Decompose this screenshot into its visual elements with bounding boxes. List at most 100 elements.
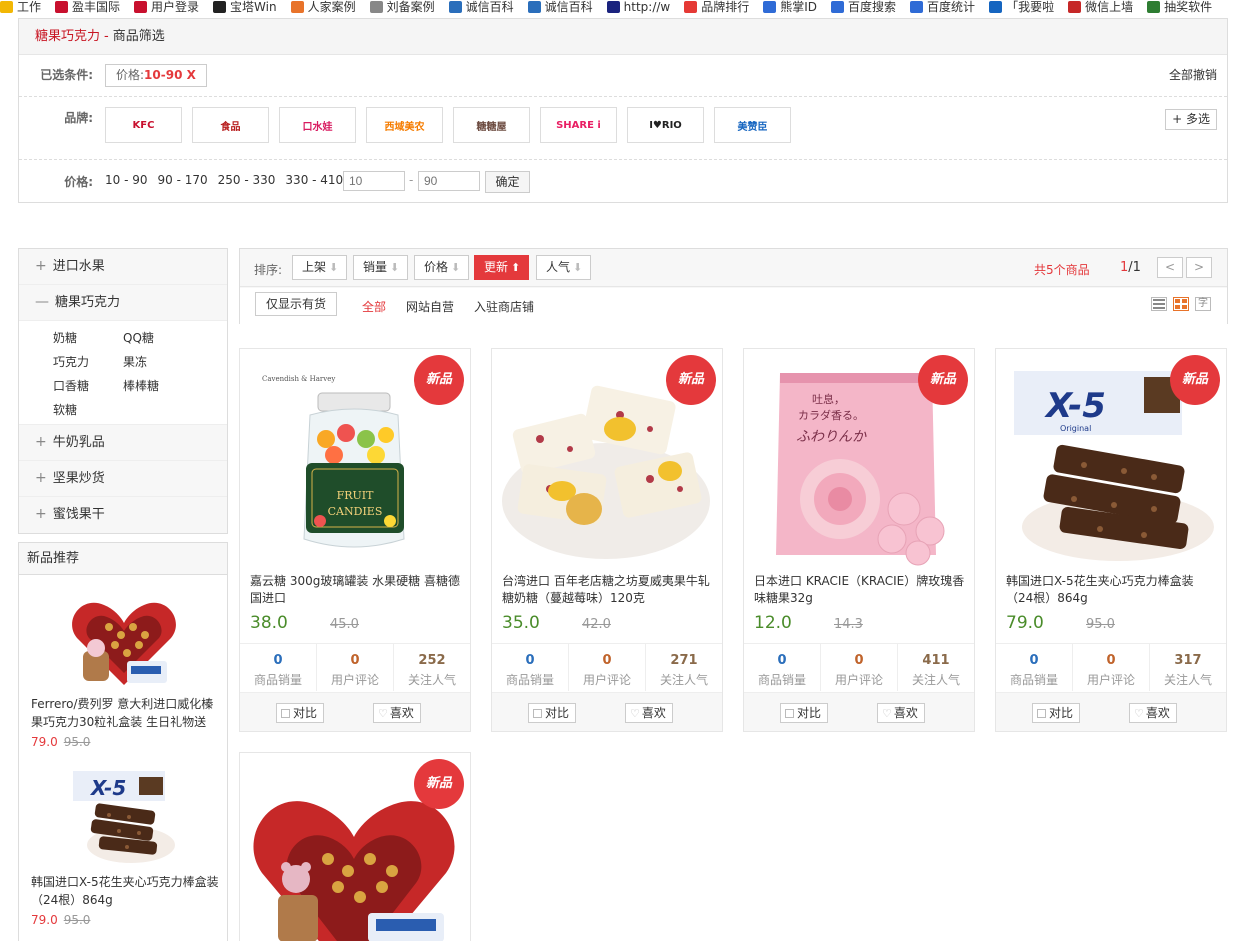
- paw-icon: [763, 1, 777, 13]
- bookmark-item[interactable]: 百度搜索: [831, 0, 896, 14]
- subcategory-link[interactable]: QQ糖: [123, 329, 193, 347]
- bookmark-item[interactable]: http://w: [606, 0, 670, 14]
- compare-button[interactable]: 对比: [528, 703, 577, 723]
- price-range-link[interactable]: 330 - 410: [285, 173, 343, 187]
- clear-all-link[interactable]: 全部撤销: [1169, 66, 1217, 83]
- like-button[interactable]: ♡ 喜欢: [877, 703, 925, 723]
- breadcrumb-category[interactable]: 糖果巧克力: [35, 29, 100, 44]
- page-icon: [369, 1, 383, 13]
- compare-button[interactable]: 对比: [780, 703, 829, 723]
- prev-page-button[interactable]: <: [1157, 257, 1183, 278]
- category-item[interactable]: — 糖果巧克力: [19, 285, 227, 321]
- price-confirm-button[interactable]: 确定: [485, 171, 530, 193]
- bookmark-item[interactable]: 诚信百科: [448, 0, 514, 14]
- tab-third-party-stores[interactable]: 入驻商店铺: [474, 298, 534, 315]
- bookmark-item[interactable]: 「我要啦: [989, 0, 1054, 14]
- comments-stat[interactable]: 0 用户评论: [821, 644, 898, 691]
- tab-self-operated[interactable]: 网站自营: [406, 298, 454, 315]
- subcategory-link[interactable]: 奶糖: [53, 329, 123, 347]
- bookmark-item[interactable]: 诚信百科: [527, 0, 593, 14]
- subcategory-link[interactable]: 棒棒糖: [123, 377, 193, 395]
- brand-logo[interactable]: 口水娃: [279, 107, 356, 143]
- subcategory-link[interactable]: 巧克力: [53, 353, 123, 371]
- product-card[interactable]: Cavendish & Harvey FRUIT CANDIES 新品 嘉云糖 …: [239, 348, 471, 732]
- bookmark-item[interactable]: 品牌排行: [684, 0, 749, 14]
- product-card[interactable]: 新品: [239, 752, 471, 941]
- price-max-input[interactable]: [418, 171, 480, 191]
- bookmark-item[interactable]: 宝塔Win: [213, 0, 277, 14]
- bookmark-item[interactable]: 人家案例: [290, 0, 356, 14]
- text-view-icon[interactable]: 字: [1195, 297, 1211, 311]
- sort-popularity-button[interactable]: 人气 ⬇: [536, 255, 591, 280]
- product-name[interactable]: 嘉云糖 300g玻璃罐装 水果硬糖 喜糖德国进口: [250, 573, 464, 609]
- price-range-link[interactable]: 90 - 170: [158, 173, 208, 187]
- category-item[interactable]: + 坚果炒货: [19, 461, 227, 497]
- popularity-stat: 317 关注人气: [1150, 644, 1226, 691]
- x5-chocolate-bar-image[interactable]: X-5: [69, 767, 179, 867]
- next-page-button[interactable]: >: [1186, 257, 1212, 278]
- product-stats: 0 商品销量 0 用户评论 252 关注人气: [240, 643, 470, 691]
- heart-icon: ♡: [630, 707, 640, 720]
- product-name[interactable]: 韩国进口X-5花生夹心巧克力棒盒装（24根）864g: [1006, 573, 1220, 609]
- price-min-input[interactable]: [343, 171, 405, 191]
- like-button[interactable]: ♡ 喜欢: [373, 703, 421, 723]
- heart-icon: ♡: [882, 707, 892, 720]
- brand-logo[interactable]: 美赞臣: [714, 107, 791, 143]
- comments-stat[interactable]: 0 用户评论: [569, 644, 646, 691]
- rec-item-name[interactable]: 韩国进口X-5花生夹心巧克力棒盒装（24根）864g: [31, 873, 221, 909]
- brand-list: KFC 食品 口水娃 西域美农 糖糖屋 SHARE i I♥RIO 美赞臣: [105, 107, 801, 143]
- subcategory-link[interactable]: 软糖: [53, 401, 123, 419]
- selected-price-tag[interactable]: 价格:10-90 X: [105, 64, 207, 87]
- sort-price-button[interactable]: 价格 ⬇: [414, 255, 469, 280]
- like-button[interactable]: ♡ 喜欢: [1129, 703, 1177, 723]
- bookmark-item[interactable]: 微信上墙: [1068, 0, 1133, 14]
- product-stats: 0 商品销量 0 用户评论 411 关注人气: [744, 643, 974, 691]
- bookmark-item[interactable]: 盈丰国际: [55, 0, 120, 14]
- sort-update-button[interactable]: 更新 ⬆: [474, 255, 529, 280]
- brand-logo[interactable]: KFC: [105, 107, 182, 143]
- product-card[interactable]: 新品 台湾进口 百年老店糖之坊夏威夷果牛轧糖奶糖（蔓越莓味）120克 35.0 …: [491, 348, 723, 732]
- in-stock-only-button[interactable]: 仅显示有货: [255, 292, 338, 316]
- page-indicator: 1/1: [1120, 260, 1141, 275]
- brand-logo[interactable]: 糖糖屋: [453, 107, 530, 143]
- like-button[interactable]: ♡ 喜欢: [625, 703, 673, 723]
- heart-icon: ♡: [378, 707, 388, 720]
- selected-tag-key: 价格:: [116, 68, 145, 82]
- subcategory-link[interactable]: 口香糖: [53, 377, 123, 395]
- brand-logo[interactable]: I♥RIO: [627, 107, 704, 143]
- product-name[interactable]: 日本进口 KRACIE（KRACIE）牌玫瑰香味糖果32g: [754, 573, 968, 609]
- bookmark-item[interactable]: 百度统计: [910, 0, 975, 14]
- subcategory-link[interactable]: 果冻: [123, 353, 193, 371]
- tab-all[interactable]: 全部: [362, 298, 386, 315]
- rec-item-name[interactable]: Ferrero/费列罗 意大利进口威化榛果巧克力30粒礼盒装 生日礼物送: [31, 695, 221, 731]
- category-item[interactable]: + 进口水果: [19, 249, 227, 285]
- product-card[interactable]: X-5 Original 新品 韩国进口X-5花生夹心巧克力棒盒装（24根）86…: [995, 348, 1227, 732]
- sort-shelf-button[interactable]: 上架 ⬇: [292, 255, 347, 280]
- arrow-up-icon: ⬆: [511, 261, 521, 274]
- list-view-icon[interactable]: [1151, 297, 1167, 311]
- grid-view-icon[interactable]: [1173, 297, 1189, 311]
- multi-select-button[interactable]: + 多选: [1165, 109, 1217, 130]
- comments-stat[interactable]: 0 用户评论: [1073, 644, 1150, 691]
- category-item[interactable]: + 蜜饯果干: [19, 497, 227, 533]
- bookmark-item[interactable]: 熊掌ID: [763, 0, 817, 14]
- bookmark-item[interactable]: 刘备案例: [369, 0, 435, 14]
- total-count: 共5个商品: [1034, 263, 1090, 277]
- bookmark-item[interactable]: 工作: [0, 0, 41, 14]
- compare-button[interactable]: 对比: [1032, 703, 1081, 723]
- brand-logo[interactable]: SHARE i: [540, 107, 617, 143]
- brand-logo[interactable]: 西域美农: [366, 107, 443, 143]
- bookmark-item[interactable]: 抽奖软件: [1147, 0, 1212, 14]
- bookmark-item[interactable]: 用户登录: [134, 0, 199, 14]
- bookmark-label: 诚信百科: [544, 0, 593, 14]
- product-card[interactable]: 吐息， カラダ香る。 ふわりんか 新品 日本进口 KRACIE（KRACIE）牌玫瑰…: [743, 348, 975, 732]
- product-name[interactable]: 台湾进口 百年老店糖之坊夏威夷果牛轧糖奶糖（蔓越莓味）120克: [502, 573, 716, 609]
- price-range-link[interactable]: 10 - 90: [105, 173, 148, 187]
- brand-logo[interactable]: 食品: [192, 107, 269, 143]
- compare-button[interactable]: 对比: [276, 703, 325, 723]
- ferrero-gift-box-image[interactable]: [69, 593, 179, 693]
- price-range-link[interactable]: 250 - 330: [218, 173, 276, 187]
- comments-stat[interactable]: 0 用户评论: [317, 644, 394, 691]
- sort-sales-button[interactable]: 销量 ⬇: [353, 255, 408, 280]
- category-item[interactable]: + 牛奶乳品: [19, 425, 227, 461]
